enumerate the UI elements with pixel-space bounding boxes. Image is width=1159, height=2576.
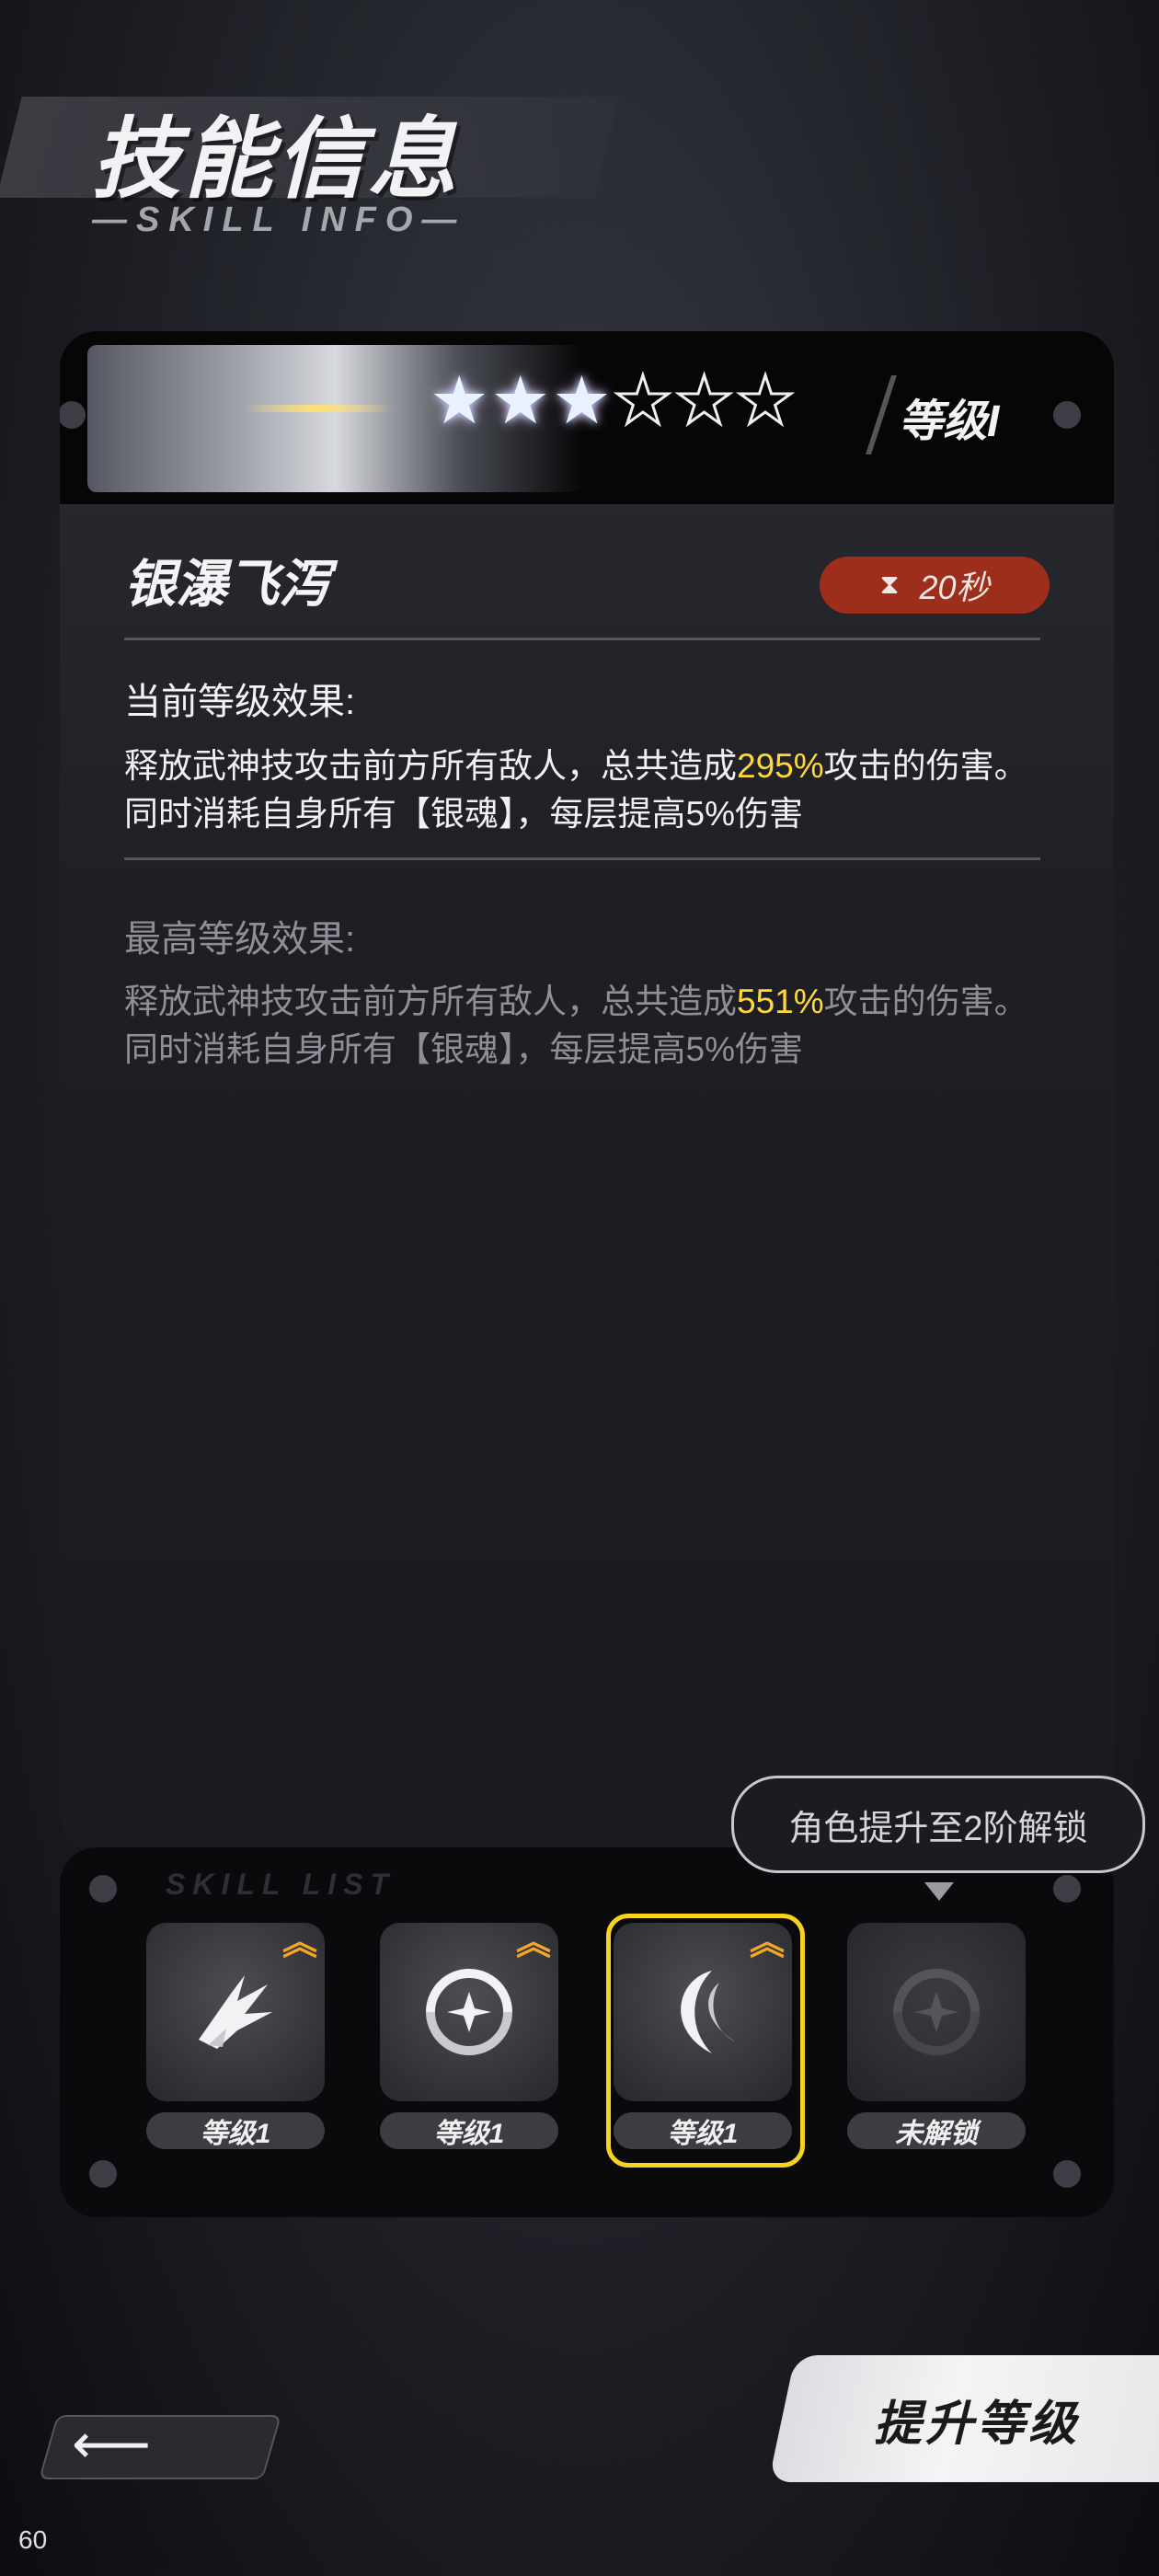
skill-level-tag: 等级1 xyxy=(380,2112,558,2149)
upgrade-button-label[interactable]: 提升等级 xyxy=(874,2385,1080,2454)
skill-level-tag: 未解锁 xyxy=(847,2112,1026,2149)
portrait-glow xyxy=(244,405,391,412)
rivet-dot xyxy=(1053,401,1081,429)
page-title: 技能信息 xyxy=(92,110,460,209)
skill-header-strip: ★ ★ ★ ★ ★ ★ 等级I xyxy=(60,331,1114,504)
skill-slot-4[interactable]: 未解锁 xyxy=(847,1923,1026,2149)
rivet-dot xyxy=(89,2160,117,2188)
rivet-dot xyxy=(89,1875,117,1903)
skill-level-label: 等级I xyxy=(899,397,1000,446)
current-effect-value: 295% xyxy=(737,747,824,785)
corner-number: 60 xyxy=(18,2525,48,2554)
crescent-slash-icon xyxy=(681,1971,735,2053)
locked-shuriken-icon xyxy=(893,1969,980,2055)
skill-slot-1[interactable]: ︽ 等级1 xyxy=(146,1923,325,2149)
current-effect-text: 释放武神技攻击前方所有敌人，总共造成295%攻击的伤害。同时消耗自身所有【银魂】… xyxy=(124,742,1044,838)
unlock-tooltip: 角色提升至2阶解锁 xyxy=(731,1776,1145,1873)
skill-slot-3[interactable]: ︽ 等级1 xyxy=(606,1914,805,2168)
cooldown-value: 20秒 xyxy=(919,569,990,606)
star-filled-icon: ★ xyxy=(552,364,612,438)
skill-info-panel: ★ ★ ★ ★ ★ ★ 等级I 银瀑飞泻 ⧗ 20秒 当前等级效果: 释放武神技… xyxy=(60,331,1114,1849)
rivet-dot xyxy=(1053,2160,1081,2188)
star-empty-icon: ★ xyxy=(612,364,674,438)
star-empty-icon: ★ xyxy=(673,364,736,438)
divider xyxy=(124,638,1040,640)
current-effect-text-before: 释放武神技攻击前方所有敌人，总共造成 xyxy=(124,747,737,785)
shuriken-icon xyxy=(426,1969,512,2055)
current-effect-label: 当前等级效果: xyxy=(124,682,356,722)
tooltip-pointer xyxy=(924,1882,954,1901)
upgrade-available-icon: ︽ xyxy=(749,1924,785,1962)
skill-list-watermark: SKILL LIST xyxy=(166,1868,396,1901)
star-empty-icon: ★ xyxy=(734,364,797,438)
rivet-dot xyxy=(1053,1875,1081,1903)
skill-name: 银瀑飞泻 xyxy=(124,555,330,613)
shuriken-icon[interactable]: ︽ xyxy=(380,1923,558,2101)
max-effect-text-before: 释放武神技攻击前方所有敌人，总共造成 xyxy=(124,983,737,1020)
star-filled-icon: ★ xyxy=(430,364,489,438)
level-divider xyxy=(866,375,897,454)
arrow-left-icon[interactable]: ⟵ xyxy=(72,2412,151,2477)
max-effect-value: 551% xyxy=(737,983,824,1020)
divider xyxy=(124,857,1040,860)
max-effect-label: 最高等级效果: xyxy=(124,919,356,960)
cooldown-badge: ⧗ 20秒 xyxy=(820,557,1050,614)
crescent-slash-icon[interactable]: ︽ xyxy=(614,1923,792,2101)
skill-level-tag: 等级1 xyxy=(146,2112,325,2149)
beast-claw-icon[interactable]: ︽ xyxy=(146,1923,325,2101)
max-effect-text: 释放武神技攻击前方所有敌人，总共造成551%攻击的伤害。同时消耗自身所有【银魂】… xyxy=(124,978,1044,1074)
star-filled-icon: ★ xyxy=(490,364,551,438)
upgrade-available-icon: ︽ xyxy=(281,1924,317,1962)
locked-shuriken-icon[interactable] xyxy=(847,1923,1026,2101)
hourglass-icon: ⧗ xyxy=(879,569,900,600)
star-rating: ★ ★ ★ ★ ★ ★ xyxy=(430,364,797,438)
page-subtitle: —SKILL INFO— xyxy=(92,201,466,239)
beast-claw-icon xyxy=(199,1975,272,2049)
rivet-dot xyxy=(60,401,86,429)
skill-slot-2[interactable]: ︽ 等级1 xyxy=(380,1923,558,2149)
skill-list-panel: SKILL LIST ︽ 等级1 ︽ 等级1 ︽ 等级1 未解锁 xyxy=(60,1847,1114,2217)
upgrade-available-icon: ︽ xyxy=(515,1924,551,1962)
